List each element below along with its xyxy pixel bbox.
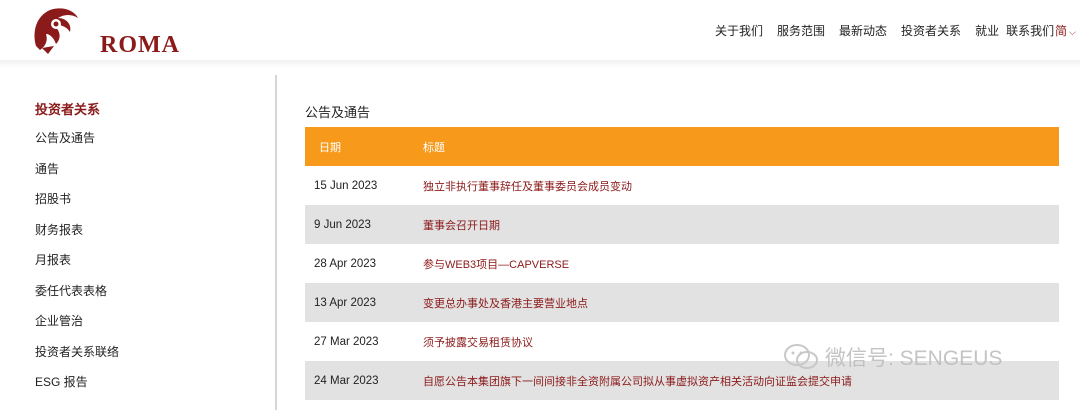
sidebar-item-financial-reports[interactable]: 财务报表 bbox=[35, 212, 265, 243]
table-row: 15 Jun 2023 独立非执行董事辞任及董事委员会成员变动 bbox=[305, 166, 1059, 205]
row-title-link[interactable]: 须予披露交易租赁协议 bbox=[423, 334, 533, 350]
site-header: ROMA 关于我们 服务范围 最新动态 投资者关系 就业 联系我们 简 ⌵ bbox=[0, 0, 1080, 60]
main-nav: 关于我们 服务范围 最新动态 投资者关系 就业 联系我们 bbox=[715, 22, 1068, 39]
language-switcher[interactable]: 简 ⌵ bbox=[1055, 22, 1076, 39]
row-title-link[interactable]: 独立非执行董事辞任及董事委员会成员变动 bbox=[423, 178, 632, 194]
sidebar-title: 投资者关系 bbox=[35, 102, 101, 117]
sidebar-item-announcements[interactable]: 公告及通告 bbox=[35, 120, 265, 151]
sidebar-item-proxy-forms[interactable]: 委任代表表格 bbox=[35, 273, 265, 304]
nav-services[interactable]: 服务范围 bbox=[777, 22, 825, 39]
language-label: 简 bbox=[1055, 24, 1068, 38]
row-date: 15 Jun 2023 bbox=[314, 179, 378, 192]
nav-news[interactable]: 最新动态 bbox=[839, 22, 887, 39]
table-header: 日期 标题 bbox=[305, 127, 1059, 166]
sidebar-item-notices[interactable]: 通告 bbox=[35, 151, 265, 182]
wechat-watermark: 微信号: SENGEUS bbox=[783, 342, 1002, 372]
row-title-link[interactable]: 变更总办事处及香港主要营业地点 bbox=[423, 295, 588, 311]
sidebar-item-governance[interactable]: 企业管治 bbox=[35, 303, 265, 334]
sidebar-item-monthly-returns[interactable]: 月报表 bbox=[35, 242, 265, 273]
sidebar-item-ir-contact[interactable]: 投资者关系联络 bbox=[35, 334, 265, 365]
row-date: 28 Apr 2023 bbox=[314, 257, 377, 270]
row-date: 13 Apr 2023 bbox=[314, 296, 377, 309]
sidebar: 投资者关系 公告及通告 通告 招股书 财务报表 月报表 委任代表表格 企业管治 … bbox=[35, 100, 265, 395]
column-header-title: 标题 bbox=[423, 141, 445, 154]
nav-about[interactable]: 关于我们 bbox=[715, 22, 763, 39]
nav-careers[interactable]: 就业 bbox=[975, 22, 999, 39]
row-date: 24 Mar 2023 bbox=[314, 374, 379, 387]
header-shadow bbox=[0, 60, 1080, 68]
chevron-down-icon: ⌵ bbox=[1069, 27, 1076, 37]
sidebar-item-esg-report[interactable]: ESG 报告 bbox=[35, 364, 265, 395]
watermark-text: 微信号: SENGEUS bbox=[825, 347, 1003, 370]
row-date: 9 Jun 2023 bbox=[314, 218, 371, 231]
roma-logo[interactable]: ROMA bbox=[26, 2, 179, 58]
row-date: 27 Mar 2023 bbox=[314, 335, 379, 348]
sidebar-item-prospectus[interactable]: 招股书 bbox=[35, 181, 265, 212]
nav-investor-relations[interactable]: 投资者关系 bbox=[901, 22, 961, 39]
wechat-icon bbox=[784, 344, 818, 369]
table-row: 9 Jun 2023 董事会召开日期 bbox=[305, 205, 1059, 244]
table-row: 28 Apr 2023 参与WEB3项目—CAPVERSE bbox=[305, 244, 1059, 283]
sidebar-divider bbox=[275, 75, 277, 410]
nav-contact[interactable]: 联系我们 bbox=[1006, 22, 1054, 39]
row-title-link[interactable]: 自愿公告本集团旗下一间间接非全资附属公司拟从事虚拟资产相关活动向证监会提交申请 bbox=[423, 373, 852, 389]
column-header-date: 日期 bbox=[319, 141, 341, 154]
page-title: 公告及通告 bbox=[305, 105, 371, 120]
logo-text: ROMA bbox=[100, 32, 180, 58]
row-title-link[interactable]: 董事会召开日期 bbox=[423, 217, 500, 233]
row-title-link[interactable]: 参与WEB3项目—CAPVERSE bbox=[423, 256, 569, 272]
table-row: 13 Apr 2023 变更总办事处及香港主要营业地点 bbox=[305, 283, 1059, 322]
ram-emblem-icon bbox=[34, 8, 78, 54]
